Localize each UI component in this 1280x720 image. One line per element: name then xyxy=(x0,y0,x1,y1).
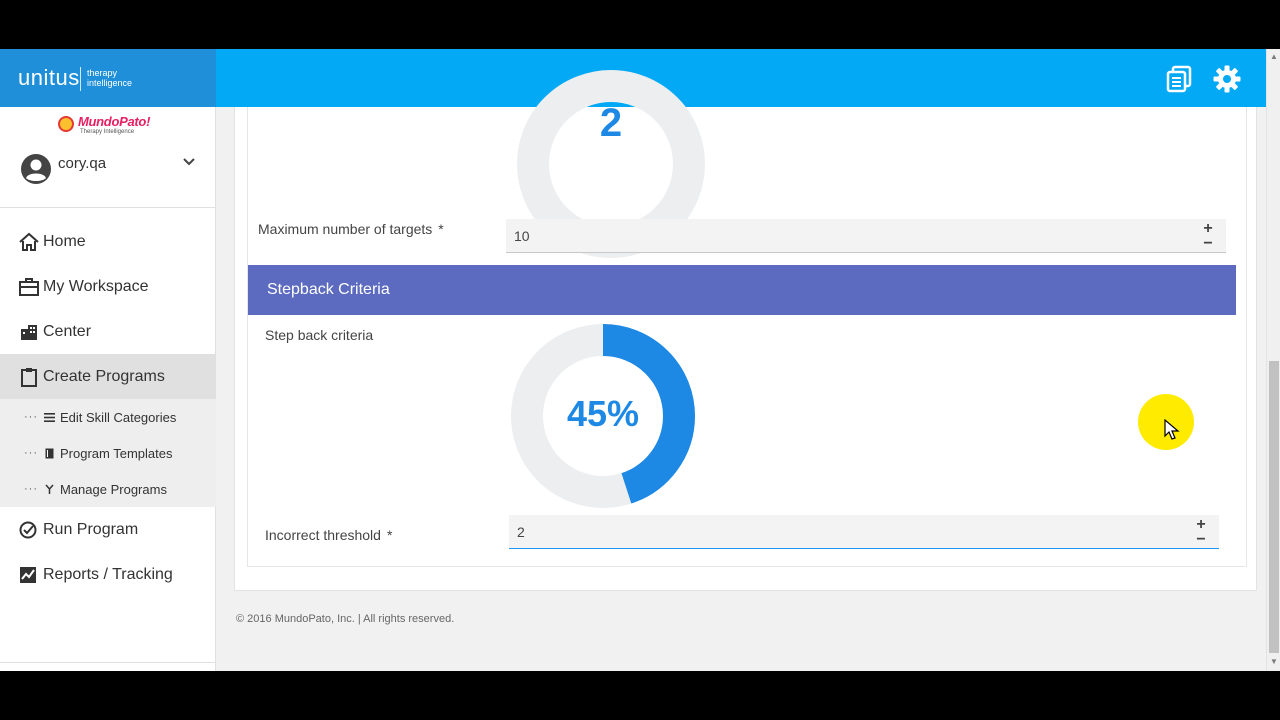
sidebar-item-reports[interactable]: Reports / Tracking xyxy=(0,552,216,597)
user-name: cory.qa xyxy=(58,155,107,172)
gear-icon[interactable] xyxy=(1212,64,1242,94)
incorrect-threshold-label-text: Incorrect threshold xyxy=(265,527,381,543)
logo-separator xyxy=(80,67,81,91)
max-targets-stepper: + − xyxy=(1201,221,1215,252)
decrement-button[interactable]: − xyxy=(1194,532,1208,548)
partner-tagline: Therapy Intelligence xyxy=(80,129,135,135)
windows-icon[interactable] xyxy=(1164,64,1194,94)
sidebar-item-workspace[interactable]: My Workspace xyxy=(0,264,216,309)
stepback-criteria-header: Stepback Criteria xyxy=(248,265,1236,315)
sidebar-bottom-divider xyxy=(0,662,216,663)
decrement-button[interactable]: − xyxy=(1201,236,1215,252)
top-gauge-value: 2 xyxy=(599,101,623,145)
vertical-scrollbar[interactable]: ▲ ▼ xyxy=(1266,49,1280,671)
clipboard-icon xyxy=(21,367,37,387)
scrollbar-thumb[interactable] xyxy=(1269,361,1279,653)
required-mark: * xyxy=(386,527,393,543)
program-form-card: 2 Maximum number of targets * + − Stepbac… xyxy=(234,70,1257,591)
sidebar-subitem-label: Manage Programs xyxy=(60,481,167,497)
sidebar-item-center[interactable]: Center xyxy=(0,309,216,354)
logo-text: unitus xyxy=(18,65,80,90)
max-targets-label: Maximum number of targets * xyxy=(258,221,444,237)
list-icon xyxy=(44,412,55,422)
partner-logo: MundoPato! Therapy Intelligence xyxy=(58,114,162,136)
tree-dash: ··· xyxy=(24,411,38,423)
sidebar-subitem-label: Edit Skill Categories xyxy=(60,409,177,425)
chart-icon xyxy=(20,566,36,583)
book-icon xyxy=(45,448,54,458)
required-mark: * xyxy=(438,221,444,237)
sidebar-item-home[interactable]: Home xyxy=(0,219,216,264)
sidebar: MundoPato! Therapy Intelligence cory.qa … xyxy=(0,107,216,671)
increment-button[interactable]: + xyxy=(1194,517,1208,533)
sidebar-item-label: Center xyxy=(43,322,92,340)
sidebar-item-label: Create Programs xyxy=(43,367,165,385)
partner-name: MundoPato! xyxy=(78,114,151,129)
chevron-down-icon[interactable] xyxy=(182,157,196,167)
fork-icon xyxy=(45,484,54,494)
incorrect-threshold-input[interactable] xyxy=(509,515,1219,549)
create-programs-submenu: ··· Edit Skill Categories ··· Program Te… xyxy=(0,399,216,507)
stepback-gauge-value: 45% xyxy=(566,393,640,434)
sidebar-subitem-manage-programs[interactable]: ··· Manage Programs xyxy=(0,471,216,507)
brand-logo[interactable]: unitus therapy intelligence xyxy=(0,49,216,107)
mouse-pointer-icon xyxy=(1164,419,1180,440)
sidebar-nav: Home My Workspace Center Create Programs… xyxy=(0,219,216,597)
sidebar-item-label: My Workspace xyxy=(43,277,149,295)
briefcase-icon xyxy=(19,277,39,296)
increment-button[interactable]: + xyxy=(1201,221,1215,237)
tree-dash: ··· xyxy=(24,447,38,459)
sidebar-item-label: Home xyxy=(43,232,86,250)
sidebar-item-label: Run Program xyxy=(43,520,139,538)
sidebar-subitem-edit-skill-categories[interactable]: ··· Edit Skill Categories xyxy=(0,399,216,435)
duck-logo-icon xyxy=(58,116,74,132)
logo-tagline: therapy intelligence xyxy=(87,68,133,88)
sidebar-item-label: Reports / Tracking xyxy=(43,565,173,583)
check-circle-icon xyxy=(19,521,37,538)
account-icon xyxy=(21,154,51,184)
scroll-down-icon[interactable]: ▼ xyxy=(1270,657,1278,666)
criteria-panel: 2 Maximum number of targets * + − Stepbac… xyxy=(247,70,1247,567)
building-icon xyxy=(21,324,37,340)
section-title: Stepback Criteria xyxy=(267,281,390,298)
incorrect-threshold-stepper: + − xyxy=(1194,517,1208,548)
home-icon xyxy=(19,232,39,251)
incorrect-threshold-label: Incorrect threshold * xyxy=(265,527,392,543)
user-menu[interactable]: cory.qa xyxy=(20,153,200,189)
sidebar-item-create-programs[interactable]: Create Programs xyxy=(0,354,216,399)
max-targets-input[interactable] xyxy=(506,219,1226,253)
max-targets-label-text: Maximum number of targets xyxy=(258,221,433,237)
sidebar-divider xyxy=(0,207,216,208)
footer-copyright: © 2016 MundoPato, Inc. | All rights rese… xyxy=(236,613,455,625)
sidebar-subitem-program-templates[interactable]: ··· Program Templates xyxy=(0,435,216,471)
tree-dash: ··· xyxy=(24,483,38,495)
scroll-up-icon[interactable]: ▲ xyxy=(1270,52,1278,61)
sidebar-subitem-label: Program Templates xyxy=(60,445,173,461)
app-window: unitus therapy intelligence ▲ ▼ MundoPat… xyxy=(0,49,1280,671)
stepback-label: Step back criteria xyxy=(265,327,374,343)
sidebar-item-run-program[interactable]: Run Program xyxy=(0,507,216,552)
